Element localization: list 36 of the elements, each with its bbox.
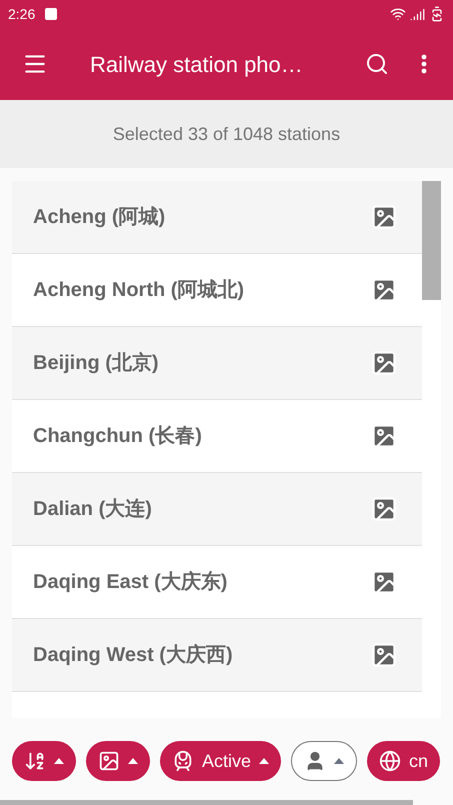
search-icon (365, 52, 389, 76)
filter-chip[interactable] (86, 741, 150, 781)
station-row[interactable]: Acheng (阿城) (12, 181, 422, 254)
image-icon (370, 203, 398, 231)
image-icon (370, 349, 398, 377)
station-name: Dalian (大连) (33, 497, 152, 522)
caret-icon (128, 758, 138, 764)
status-time: 2:26 (8, 4, 36, 24)
filter-chip[interactable]: cn (367, 741, 440, 781)
station-name: Beijing (北京) (33, 350, 159, 376)
filter-chip[interactable] (12, 741, 76, 781)
image-icon (370, 495, 398, 523)
notification-icon (45, 8, 58, 20)
station-name: Acheng (阿城) (33, 205, 166, 230)
image-icon (98, 750, 120, 772)
train-icon (172, 750, 194, 772)
caret-icon (334, 758, 344, 764)
app-title: Railway station pho… (90, 50, 303, 79)
sort-icon (24, 750, 46, 772)
caret-icon (259, 758, 270, 764)
filter-chip[interactable]: Active (160, 741, 282, 781)
globe-icon (379, 750, 402, 772)
station-name: Daqing East (大庆东) (33, 570, 228, 595)
selection-summary: Selected 33 of 1048 stations (112, 122, 340, 146)
station-row[interactable]: Daqing West (大庆西) (12, 619, 422, 692)
station-name: Acheng North (阿城北) (33, 278, 244, 303)
more-icon (421, 54, 427, 74)
station-row[interactable]: Dalian (大连) (12, 473, 422, 546)
signal-icon (410, 6, 425, 22)
station-name: Changchun (长春) (33, 424, 202, 449)
caret-icon (54, 758, 64, 764)
station-row[interactable]: Beijing (北京) (12, 327, 422, 400)
filter-chip[interactable] (291, 741, 358, 781)
image-icon (370, 641, 398, 669)
station-name: Daqing West (大庆西) (33, 642, 233, 668)
wifi-icon (390, 6, 406, 22)
